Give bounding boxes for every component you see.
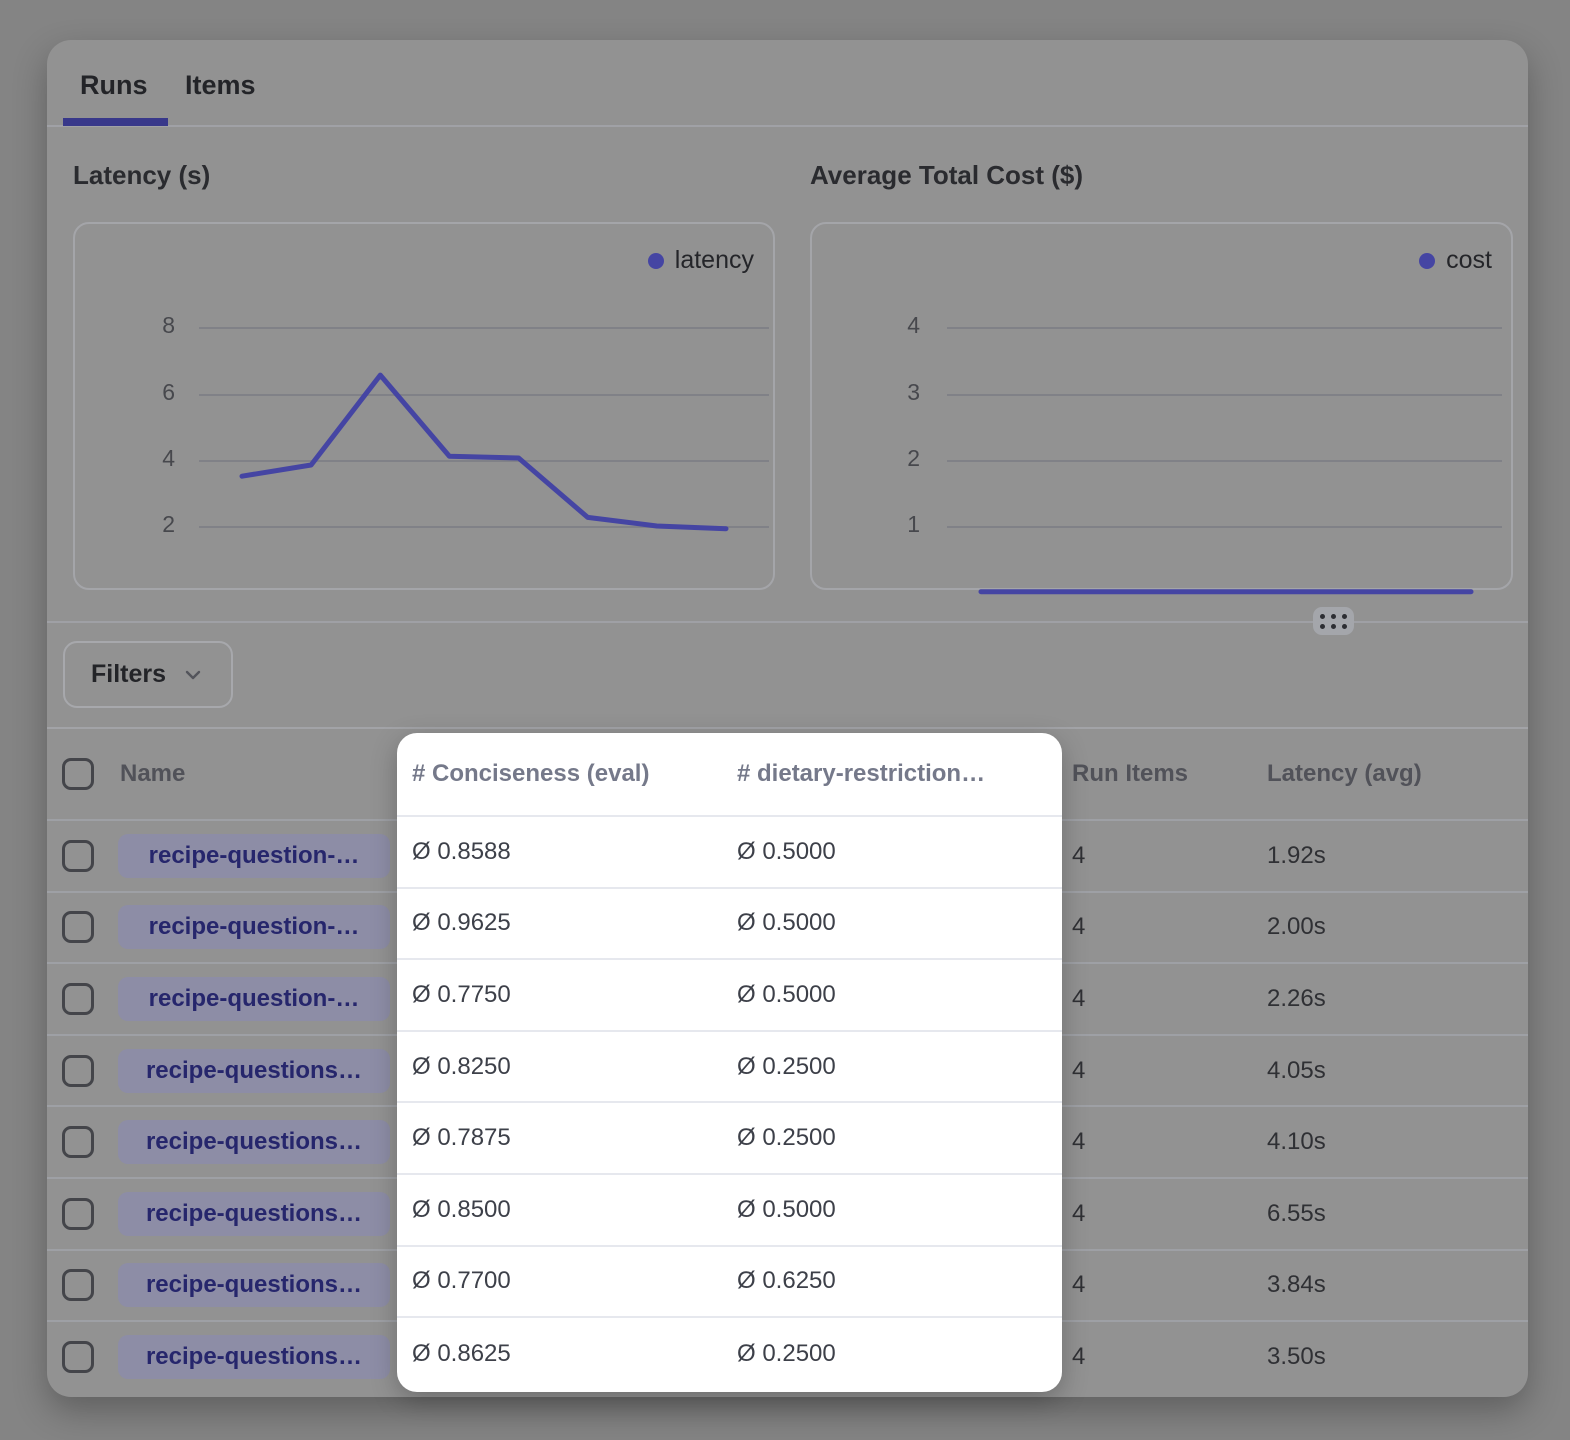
latency-avg-cell: 4.05s	[1267, 1057, 1326, 1085]
tab-runs[interactable]: Runs	[80, 70, 148, 101]
run-items-cell: 4	[1072, 1343, 1085, 1371]
highlight-row: Ø 0.8588 Ø 0.5000	[397, 817, 1062, 889]
row-checkbox[interactable]	[62, 1269, 94, 1301]
cost-line-chart	[812, 224, 1515, 592]
dietary-score-cell: Ø 0.5000	[737, 909, 836, 937]
row-checkbox[interactable]	[62, 840, 94, 872]
run-items-cell: 4	[1072, 1057, 1085, 1085]
latency-avg-cell: 3.84s	[1267, 1271, 1326, 1299]
run-items-cell: 4	[1072, 842, 1085, 870]
latency-avg-cell: 6.55s	[1267, 1200, 1326, 1228]
active-tab-indicator	[63, 118, 168, 126]
select-all-checkbox[interactable]	[62, 758, 94, 790]
latency-chart-title: Latency (s)	[73, 160, 210, 191]
tab-bar: Runs Items	[47, 40, 1528, 127]
dietary-score-cell: Ø 0.5000	[737, 838, 836, 866]
resize-drag-handle-icon[interactable]	[1313, 607, 1354, 635]
column-header-name: Name	[120, 760, 185, 788]
filters-button-label: Filters	[91, 660, 166, 689]
row-checkbox[interactable]	[62, 1198, 94, 1230]
row-checkbox[interactable]	[62, 911, 94, 943]
highlight-row: Ø 0.7875 Ø 0.2500	[397, 1103, 1062, 1175]
dietary-score-cell: Ø 0.2500	[737, 1124, 836, 1152]
run-name-badge[interactable]: recipe-questions…	[118, 1120, 390, 1164]
latency-avg-cell: 3.50s	[1267, 1343, 1326, 1371]
page-background: Runs Items Latency (s) Average Total Cos…	[0, 0, 1570, 1440]
dietary-score-cell: Ø 0.5000	[737, 981, 836, 1009]
row-checkbox[interactable]	[62, 1126, 94, 1158]
column-header-latency-avg: Latency (avg)	[1267, 760, 1422, 788]
column-header-dietary-restriction: # dietary-restriction…	[737, 760, 985, 788]
row-checkbox[interactable]	[62, 983, 94, 1015]
run-name-badge[interactable]: recipe-questions…	[118, 1049, 390, 1093]
tab-items[interactable]: Items	[185, 70, 256, 101]
highlighted-score-columns: # Conciseness (eval) # dietary-restricti…	[397, 733, 1062, 1392]
cost-chart-title: Average Total Cost ($)	[810, 160, 1083, 191]
run-items-cell: 4	[1072, 1271, 1085, 1299]
highlight-row: Ø 0.8625 Ø 0.2500	[397, 1318, 1062, 1390]
run-items-cell: 4	[1072, 985, 1085, 1013]
dietary-score-cell: Ø 0.2500	[737, 1053, 836, 1081]
run-name-badge[interactable]: recipe-question-…	[118, 905, 390, 949]
conciseness-score-cell: Ø 0.8588	[412, 838, 511, 866]
run-name-badge[interactable]: recipe-question-…	[118, 977, 390, 1021]
highlight-row: Ø 0.8500 Ø 0.5000	[397, 1175, 1062, 1247]
run-name-badge[interactable]: recipe-questions…	[118, 1192, 390, 1236]
highlight-row: Ø 0.8250 Ø 0.2500	[397, 1032, 1062, 1104]
latency-avg-cell: 2.00s	[1267, 913, 1326, 941]
highlight-row: Ø 0.7750 Ø 0.5000	[397, 960, 1062, 1032]
conciseness-score-cell: Ø 0.8250	[412, 1053, 511, 1081]
dietary-score-cell: Ø 0.2500	[737, 1340, 836, 1368]
latency-avg-cell: 4.10s	[1267, 1128, 1326, 1156]
conciseness-score-cell: Ø 0.9625	[412, 909, 511, 937]
row-checkbox[interactable]	[62, 1055, 94, 1087]
run-items-cell: 4	[1072, 1200, 1085, 1228]
run-name-badge[interactable]: recipe-questions…	[118, 1263, 390, 1307]
run-items-cell: 4	[1072, 1128, 1085, 1156]
conciseness-score-cell: Ø 0.8500	[412, 1196, 511, 1224]
conciseness-score-cell: Ø 0.7750	[412, 981, 511, 1009]
run-name-badge[interactable]: recipe-questions…	[118, 1335, 390, 1379]
conciseness-score-cell: Ø 0.7700	[412, 1267, 511, 1295]
chevron-down-icon	[181, 663, 205, 687]
dietary-score-cell: Ø 0.6250	[737, 1267, 836, 1295]
highlight-row: Ø 0.7700 Ø 0.6250	[397, 1247, 1062, 1319]
highlight-header-row: # Conciseness (eval) # dietary-restricti…	[397, 733, 1062, 817]
conciseness-score-cell: Ø 0.7875	[412, 1124, 511, 1152]
dietary-score-cell: Ø 0.5000	[737, 1196, 836, 1224]
section-divider	[47, 621, 1528, 623]
latency-avg-cell: 2.26s	[1267, 985, 1326, 1013]
column-header-run-items: Run Items	[1072, 760, 1188, 788]
cost-chart-panel: cost 4 3 2 1	[810, 222, 1513, 590]
latency-avg-cell: 1.92s	[1267, 842, 1326, 870]
conciseness-score-cell: Ø 0.8625	[412, 1340, 511, 1368]
latency-chart-panel: latency 8 6 4 2	[73, 222, 775, 590]
row-checkbox[interactable]	[62, 1341, 94, 1373]
latency-line-chart	[75, 224, 777, 592]
column-header-conciseness: # Conciseness (eval)	[412, 760, 649, 788]
highlight-row: Ø 0.9625 Ø 0.5000	[397, 889, 1062, 961]
run-name-badge[interactable]: recipe-question-…	[118, 834, 390, 878]
filters-button[interactable]: Filters	[63, 641, 233, 708]
run-items-cell: 4	[1072, 913, 1085, 941]
